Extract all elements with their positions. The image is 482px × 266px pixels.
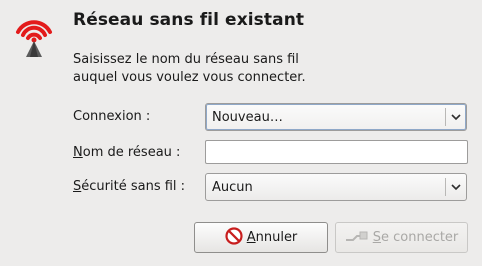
connect-label: Se connecter bbox=[373, 230, 459, 245]
cancel-icon bbox=[225, 226, 243, 249]
network-name-mnemonic: N bbox=[73, 145, 83, 160]
connect-label-rest: e connecter bbox=[380, 230, 459, 245]
network-name-input[interactable] bbox=[205, 140, 468, 164]
connect-icon bbox=[345, 229, 369, 247]
dialog-title: Réseau sans fil existant bbox=[73, 10, 305, 30]
connection-value: Nouveau… bbox=[212, 109, 283, 125]
chevron-down-icon bbox=[446, 183, 466, 191]
connect-mnemonic: S bbox=[372, 230, 381, 245]
security-combo[interactable]: Aucun bbox=[205, 173, 467, 201]
connection-combo[interactable]: Nouveau… bbox=[205, 103, 467, 131]
security-label-rest: écurité sans fil : bbox=[81, 179, 186, 194]
connection-label: Connexion : bbox=[73, 109, 151, 124]
connect-button[interactable]: Se connecter bbox=[335, 222, 468, 253]
cancel-mnemonic: A bbox=[246, 230, 256, 245]
security-value: Aucun bbox=[212, 179, 253, 195]
chevron-down-icon bbox=[446, 113, 466, 121]
cancel-label-rest: nnuler bbox=[255, 230, 298, 245]
description-line-1: Saisissez le nom du réseau sans fil bbox=[73, 52, 299, 67]
network-name-label-rest: om de réseau : bbox=[82, 145, 181, 160]
description-line-2: auquel vous voulez vous connecter. bbox=[73, 70, 306, 85]
security-label: Sécurité sans fil : bbox=[73, 179, 185, 194]
wireless-network-icon bbox=[12, 10, 56, 60]
dialog-description: Saisissez le nom du réseau sans fil auqu… bbox=[73, 51, 306, 87]
cancel-label: Annuler bbox=[247, 230, 298, 245]
network-name-label: Nom de réseau : bbox=[73, 145, 180, 160]
cancel-button[interactable]: Annuler bbox=[194, 222, 328, 253]
